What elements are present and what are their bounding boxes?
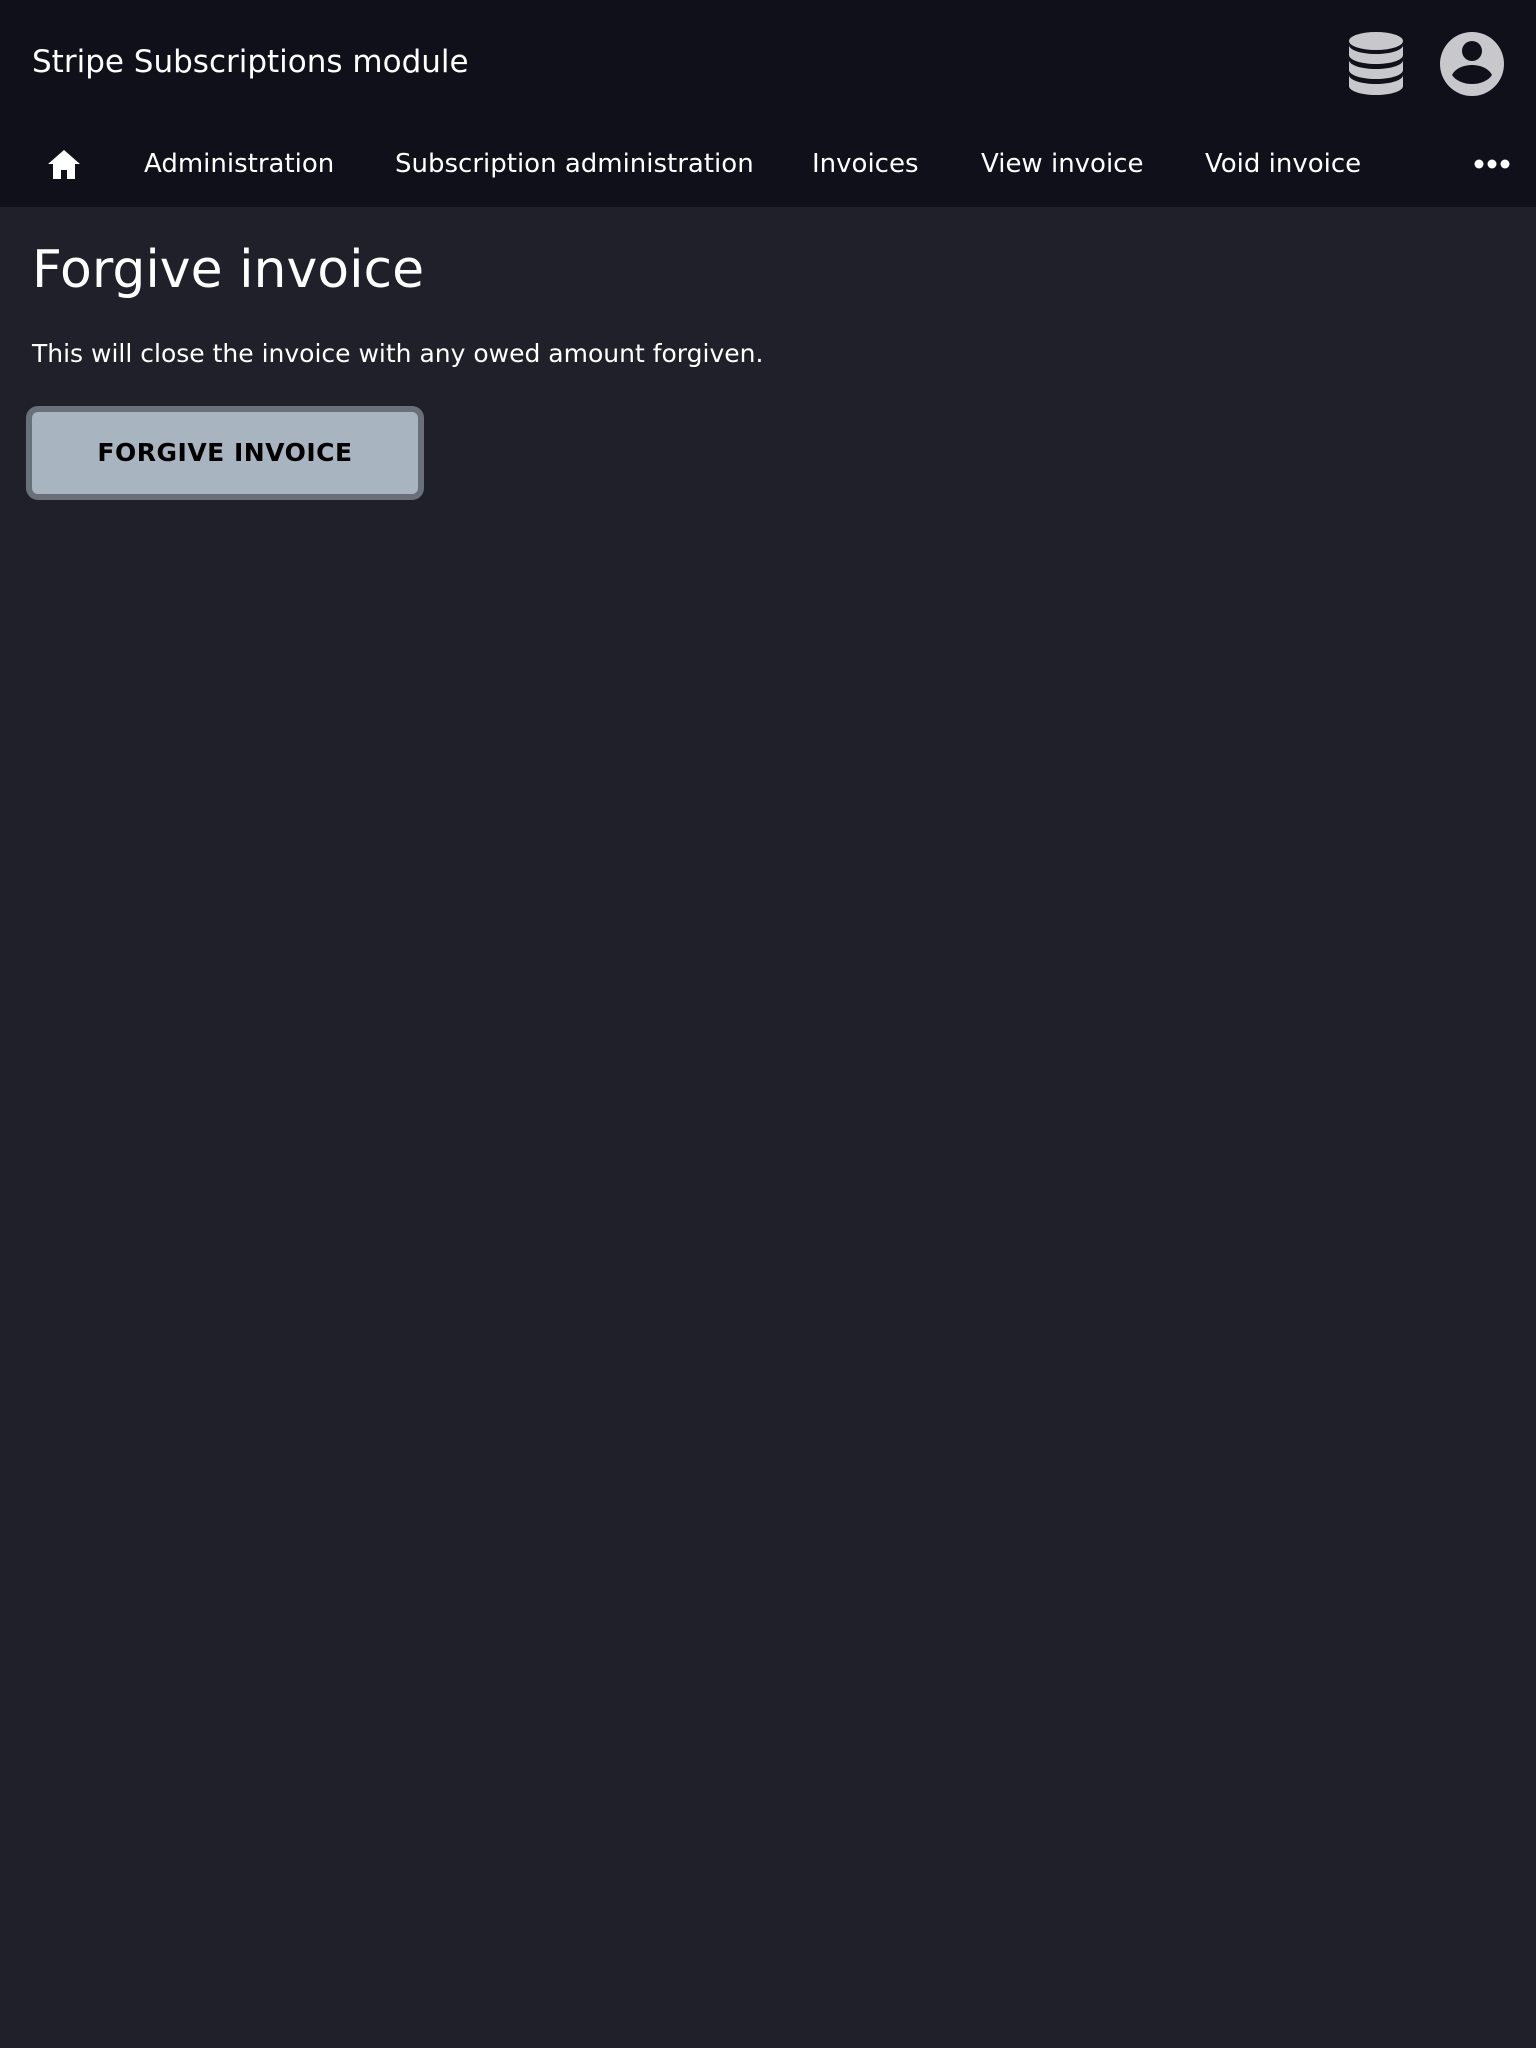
top-bar: Stripe Subscriptions module (0, 0, 1536, 127)
breadcrumb-nav: Administration Subscription administrati… (0, 127, 1536, 207)
forgive-invoice-button-label: FORGIVE INVOICE (97, 438, 353, 467)
nav-item-invoices[interactable]: Invoices (812, 147, 919, 181)
user-account-button[interactable] (1438, 30, 1506, 98)
nav-item-void-invoice[interactable]: Void invoice (1205, 147, 1361, 181)
database-button[interactable] (1346, 30, 1406, 98)
page-description: This will close the invoice with any owe… (32, 339, 764, 368)
database-icon (1349, 32, 1403, 95)
nav-more-button[interactable] (1470, 147, 1514, 181)
user-circle-icon (1440, 32, 1504, 96)
home-icon (48, 150, 80, 179)
page-title: Forgive invoice (32, 240, 425, 300)
nav-item-subscription-administration[interactable]: Subscription administration (395, 147, 754, 181)
nav-item-administration[interactable]: Administration (144, 147, 334, 181)
ellipsis-icon (1474, 159, 1510, 169)
nav-home-link[interactable] (44, 145, 84, 185)
forgive-invoice-button[interactable]: FORGIVE INVOICE (26, 406, 424, 500)
nav-item-view-invoice[interactable]: View invoice (981, 147, 1143, 181)
app-title: Stripe Subscriptions module (32, 44, 469, 80)
